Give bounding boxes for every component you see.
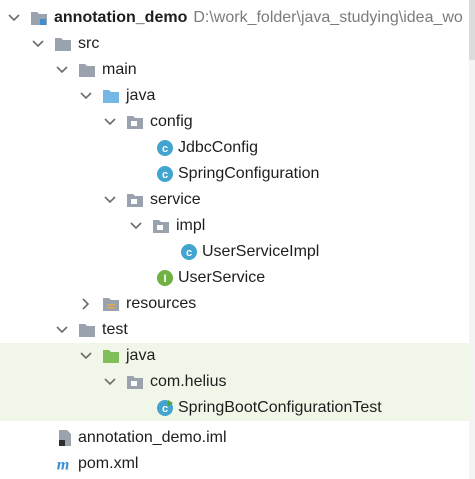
chevron-down-icon[interactable] xyxy=(102,114,118,130)
tree-row-impl[interactable]: impl xyxy=(0,213,475,239)
svg-text:c: c xyxy=(162,169,168,181)
chevron-down-icon[interactable] xyxy=(30,36,46,52)
test-class-icon: c xyxy=(156,399,174,417)
svg-text:c: c xyxy=(162,143,168,155)
java-class-icon: c xyxy=(156,139,174,157)
tree-label-test: test xyxy=(102,321,128,338)
tree-row-jdbc-config[interactable]: c JdbcConfig xyxy=(0,135,475,161)
tree-label-jdbc-config: JdbcConfig xyxy=(178,139,259,156)
tree-label-java: java xyxy=(126,87,156,104)
chevron-right-icon[interactable] xyxy=(78,296,94,312)
maven-icon: m xyxy=(54,455,72,473)
java-class-icon: c xyxy=(156,165,174,183)
tree-row-config[interactable]: config xyxy=(0,109,475,135)
package-icon xyxy=(126,373,144,391)
tree-row-com-helius[interactable]: com.helius xyxy=(0,369,475,395)
tree-label-service: service xyxy=(150,191,201,208)
svg-text:m: m xyxy=(57,455,70,473)
tree-row-resources[interactable]: resources xyxy=(0,291,475,317)
chevron-down-icon[interactable] xyxy=(128,218,144,234)
tree-label-user-service: UserService xyxy=(178,269,266,286)
chevron-down-icon[interactable] xyxy=(54,62,70,78)
iml-file-icon xyxy=(56,429,74,447)
tree-label-config: config xyxy=(150,113,193,130)
tree-row-service[interactable]: service xyxy=(0,187,475,213)
project-name: annotation_demo xyxy=(54,9,188,26)
package-icon xyxy=(126,191,144,209)
chevron-down-icon[interactable] xyxy=(102,192,118,208)
folder-icon xyxy=(54,35,72,53)
tree-label-test-java: java xyxy=(126,347,156,364)
tree-label-src: src xyxy=(78,35,100,52)
package-icon xyxy=(152,217,170,235)
svg-text:c: c xyxy=(162,403,168,415)
tree-label-pom-file: pom.xml xyxy=(78,455,139,472)
scrollbar-thumb[interactable] xyxy=(469,0,475,60)
resources-folder-icon xyxy=(102,295,120,313)
vertical-scrollbar[interactable] xyxy=(469,0,475,479)
source-folder-icon xyxy=(102,87,120,105)
tree-label-com-helius: com.helius xyxy=(150,373,227,390)
tree-row-test[interactable]: test xyxy=(0,317,475,343)
folder-icon xyxy=(78,61,96,79)
chevron-down-icon[interactable] xyxy=(78,88,94,104)
project-path: D:\work_folder\java_studying\idea_wo xyxy=(193,9,463,26)
tree-label-main: main xyxy=(102,61,137,78)
tree-label-spring-configuration: SpringConfiguration xyxy=(178,165,320,182)
tree-row-user-service-impl[interactable]: c UserServiceImpl xyxy=(0,239,475,265)
package-icon xyxy=(126,113,144,131)
tree-row-spring-configuration[interactable]: c SpringConfiguration xyxy=(0,161,475,187)
chevron-down-icon[interactable] xyxy=(78,348,94,364)
tree-row-test-java[interactable]: java xyxy=(0,343,475,369)
tree-label-iml-file: annotation_demo.iml xyxy=(78,429,227,446)
svg-text:c: c xyxy=(186,247,192,259)
tree-row-project-root[interactable]: annotation_demo D:\work_folder\java_study… xyxy=(0,5,475,31)
tree-row-pom-file[interactable]: m pom.xml xyxy=(0,451,475,477)
folder-icon xyxy=(78,321,96,339)
tree-row-main-java[interactable]: java xyxy=(0,83,475,109)
tree-row-user-service[interactable]: I UserService xyxy=(0,265,475,291)
tree-label-resources: resources xyxy=(126,295,197,312)
tree-label-user-service-impl: UserServiceImpl xyxy=(202,243,320,260)
chevron-down-icon[interactable] xyxy=(54,322,70,338)
chevron-down-icon[interactable] xyxy=(6,10,22,26)
tree-row-main[interactable]: main xyxy=(0,57,475,83)
tree-row-src[interactable]: src xyxy=(0,31,475,57)
svg-text:I: I xyxy=(163,273,166,285)
java-interface-icon: I xyxy=(156,269,174,287)
chevron-down-icon[interactable] xyxy=(102,374,118,390)
java-class-icon: c xyxy=(180,243,198,261)
tree-label-impl: impl xyxy=(176,217,206,234)
test-source-folder-icon xyxy=(102,347,120,365)
tree-row-iml-file[interactable]: annotation_demo.iml xyxy=(0,425,475,451)
tree-row-spring-boot-test[interactable]: c SpringBootConfigurationTest xyxy=(0,395,475,421)
tree-label-spring-boot-test: SpringBootConfigurationTest xyxy=(178,399,382,416)
module-folder-icon xyxy=(30,9,48,27)
